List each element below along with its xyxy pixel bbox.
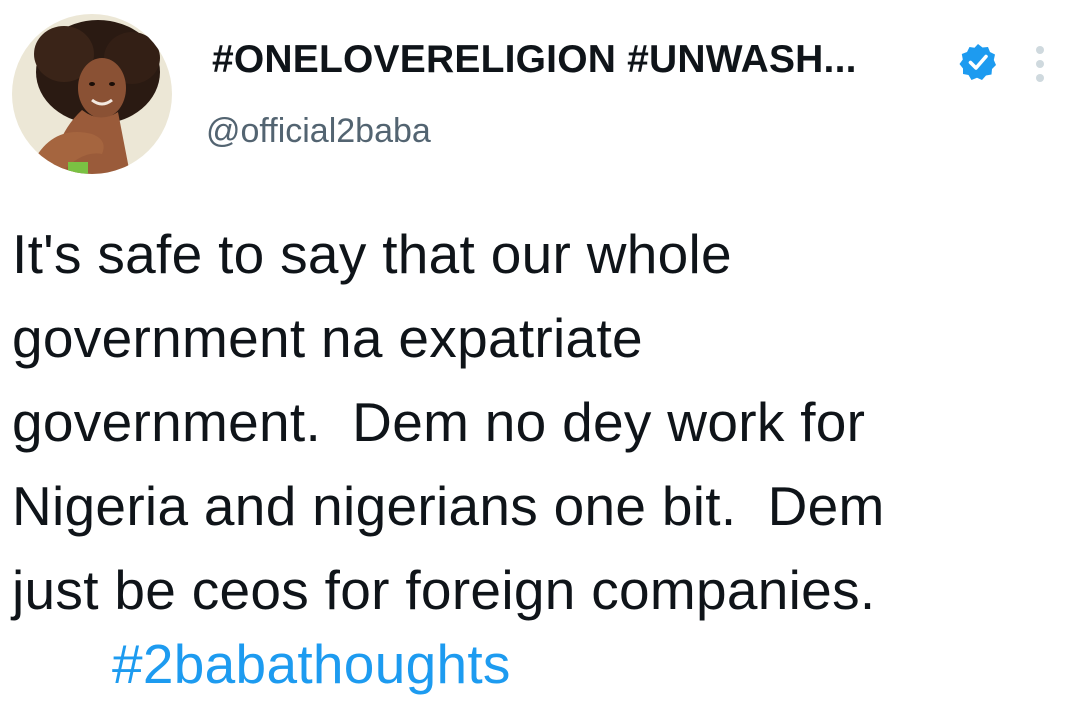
author-handle[interactable]: @official2baba — [206, 112, 431, 151]
tweet-text-line: government na expatriate — [12, 307, 643, 369]
author-avatar[interactable] — [12, 14, 172, 174]
tweet-text-line: It's safe to say that our whole — [12, 223, 732, 285]
tweet-text-line: just be ceos for foreign companies. — [12, 559, 876, 621]
tweet-text-line: government. Dem no dey work for — [12, 391, 866, 453]
tweet-card: #ONELOVERELIGION #UNWASH... @official2ba… — [0, 0, 1080, 712]
profile-photo-icon — [12, 14, 172, 174]
more-vertical-icon — [1036, 46, 1044, 82]
verified-badge-icon — [958, 42, 998, 82]
more-options-button[interactable] — [1026, 42, 1054, 86]
tweet-body: It's safe to say that our whole governme… — [12, 212, 1062, 632]
hashtag-link[interactable]: #2babathoughts — [112, 632, 511, 696]
tweet-text-line: Nigeria and nigerians one bit. Dem — [12, 475, 885, 537]
author-display-name[interactable]: #ONELOVERELIGION #UNWASH... — [212, 38, 857, 82]
